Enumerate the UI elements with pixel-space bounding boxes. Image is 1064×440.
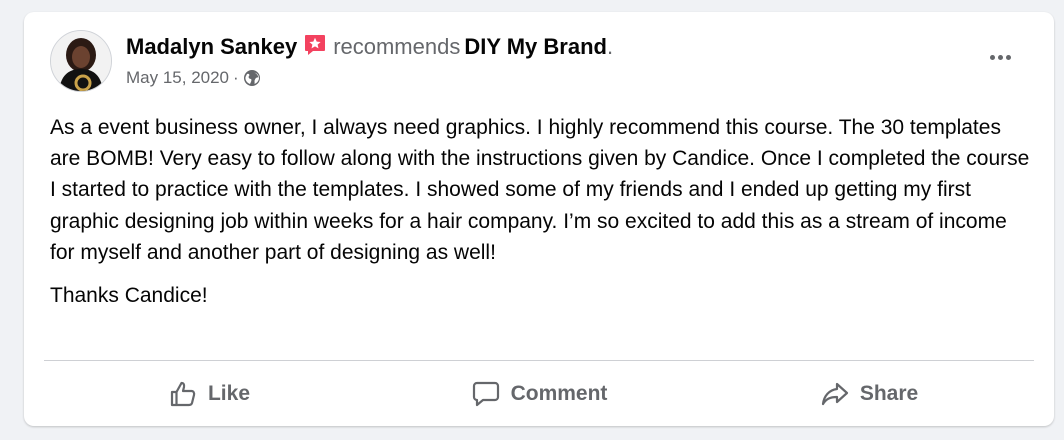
share-label: Share	[859, 382, 919, 405]
like-label: Like	[207, 382, 251, 405]
post-header: Madalyn Sankey recommends DIY My Brand. Ma…	[24, 12, 1054, 102]
globe-icon[interactable]	[243, 69, 261, 93]
page-name-link[interactable]: DIY My Brand	[464, 34, 607, 59]
comment-label: Comment	[510, 382, 608, 405]
recommendation-star-icon	[303, 33, 327, 64]
thumbs-up-icon	[170, 381, 196, 407]
share-button[interactable]: Share	[704, 368, 1034, 420]
post-meta: May 15, 2020 ·	[126, 67, 261, 93]
post-date[interactable]: May 15, 2020	[126, 68, 229, 87]
more-dot-icon	[1006, 55, 1011, 60]
post-card: Madalyn Sankey recommends DIY My Brand. Ma…	[24, 12, 1054, 426]
recommends-text: recommends	[333, 34, 461, 59]
post-paragraph: As a event business owner, I always need…	[50, 116, 1030, 264]
period-text: .	[606, 34, 614, 59]
more-dot-icon	[998, 55, 1003, 60]
more-options-button[interactable]	[990, 47, 1026, 71]
author-line: Madalyn Sankey recommends DIY My Brand.	[126, 33, 613, 64]
share-arrow-icon	[821, 382, 848, 406]
actions-divider	[44, 360, 1034, 361]
more-dot-icon	[990, 55, 995, 60]
author-avatar[interactable]	[50, 30, 112, 92]
meta-separator: ·	[233, 68, 239, 87]
author-name-link[interactable]: Madalyn Sankey	[126, 34, 297, 59]
post-paragraph: Thanks Candice!	[50, 284, 208, 308]
comment-button[interactable]: Comment	[374, 368, 704, 420]
comment-bubble-icon	[472, 381, 499, 407]
like-button[interactable]: Like	[44, 368, 374, 420]
post-actions: Like Comment Share	[44, 368, 1034, 420]
post-body: As a event business owner, I always need…	[50, 112, 1035, 323]
